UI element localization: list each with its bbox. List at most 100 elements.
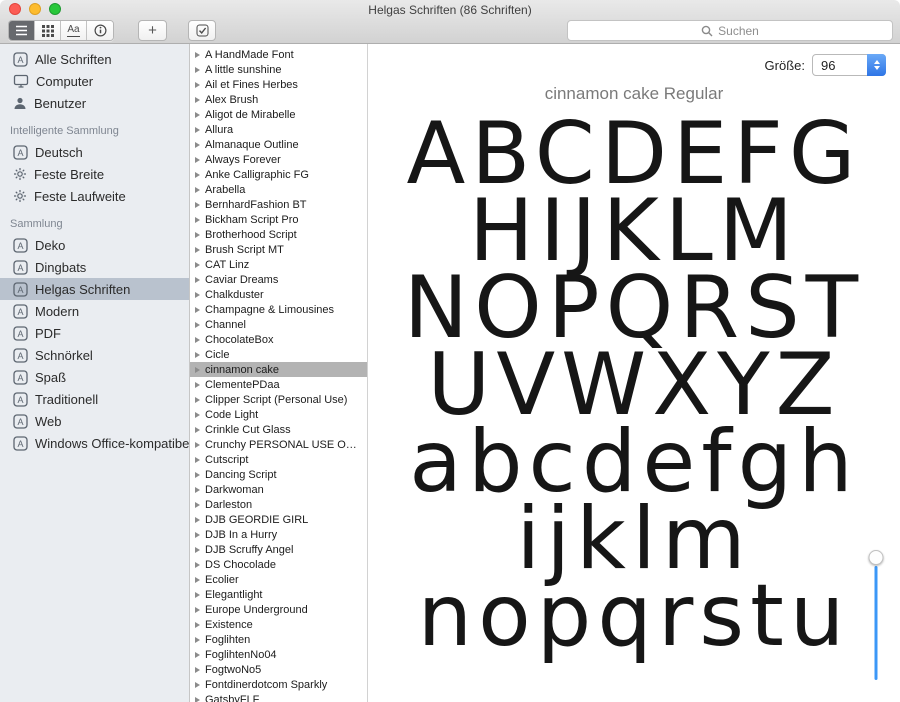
disclosure-triangle-icon[interactable] — [195, 82, 200, 88]
disclosure-triangle-icon[interactable] — [195, 97, 200, 103]
font-list-item-allura[interactable]: Allura — [190, 122, 367, 137]
font-list-item-almanaque-outline[interactable]: Almanaque Outline — [190, 137, 367, 152]
font-list-item-arabella[interactable]: Arabella — [190, 182, 367, 197]
disclosure-triangle-icon[interactable] — [195, 592, 200, 598]
font-list-item-dancing-script[interactable]: Dancing Script — [190, 467, 367, 482]
minimize-button[interactable] — [29, 3, 41, 15]
disclosure-triangle-icon[interactable] — [195, 217, 200, 223]
sidebar-item-spa[interactable]: ASpaß — [0, 366, 189, 388]
disclosure-triangle-icon[interactable] — [195, 697, 200, 702]
font-list-item-fogtwono5[interactable]: FogtwoNo5 — [190, 662, 367, 677]
font-list-item-ail-et-fines-herbes[interactable]: Ail et Fines Herbes — [190, 77, 367, 92]
font-list-item-cicle[interactable]: Cicle — [190, 347, 367, 362]
disclosure-triangle-icon[interactable] — [195, 157, 200, 163]
disclosure-triangle-icon[interactable] — [195, 277, 200, 283]
disclosure-triangle-icon[interactable] — [195, 517, 200, 523]
close-button[interactable] — [9, 3, 21, 15]
font-list-item-fontdinerdotcom-sparkly[interactable]: Fontdinerdotcom Sparkly — [190, 677, 367, 692]
font-list-item-chocolatebox[interactable]: ChocolateBox — [190, 332, 367, 347]
disclosure-triangle-icon[interactable] — [195, 262, 200, 268]
font-list-item-europe-underground[interactable]: Europe Underground — [190, 602, 367, 617]
sidebar-item-alle-schriften[interactable]: AAlle Schriften — [0, 48, 189, 70]
font-list-item-bickham-script-pro[interactable]: Bickham Script Pro — [190, 212, 367, 227]
font-list-item-chalkduster[interactable]: Chalkduster — [190, 287, 367, 302]
info-view-button[interactable] — [87, 21, 113, 40]
font-list-item-anke-calligraphic-fg[interactable]: Anke Calligraphic FG — [190, 167, 367, 182]
font-list-item-code-light[interactable]: Code Light — [190, 407, 367, 422]
sidebar-item-dingbats[interactable]: ADingbats — [0, 256, 189, 278]
font-list-item-alex-brush[interactable]: Alex Brush — [190, 92, 367, 107]
font-list-item-clementepdaa[interactable]: ClementePDaa — [190, 377, 367, 392]
disclosure-triangle-icon[interactable] — [195, 457, 200, 463]
disclosure-triangle-icon[interactable] — [195, 292, 200, 298]
add-collection-button[interactable]: + — [138, 20, 167, 41]
disclosure-triangle-icon[interactable] — [195, 307, 200, 313]
disclosure-triangle-icon[interactable] — [195, 427, 200, 433]
font-list-item-foglihtenno04[interactable]: FoglihtenNo04 — [190, 647, 367, 662]
font-list-item-caviar-dreams[interactable]: Caviar Dreams — [190, 272, 367, 287]
font-list-item-channel[interactable]: Channel — [190, 317, 367, 332]
font-list-item-ecolier[interactable]: Ecolier — [190, 572, 367, 587]
size-slider[interactable] — [869, 60, 883, 686]
sidebar-item-helgas-schriften[interactable]: AHelgas Schriften — [0, 278, 189, 300]
font-list-item-clipper-script-personal-use[interactable]: Clipper Script (Personal Use) — [190, 392, 367, 407]
font-list-item-aligot-de-mirabelle[interactable]: Aligot de Mirabelle — [190, 107, 367, 122]
sidebar-item-web[interactable]: AWeb — [0, 410, 189, 432]
font-list-item-djb-geordie-girl[interactable]: DJB GEORDIE GIRL — [190, 512, 367, 527]
font-list-item-bernhardfashion-bt[interactable]: BernhardFashion BT — [190, 197, 367, 212]
font-list-item-gatsbyflf[interactable]: GatsbyFLF — [190, 692, 367, 702]
disclosure-triangle-icon[interactable] — [195, 67, 200, 73]
font-list-item-brotherhood-script[interactable]: Brotherhood Script — [190, 227, 367, 242]
sidebar-item-pdf[interactable]: APDF — [0, 322, 189, 344]
font-list-item-brush-script-mt[interactable]: Brush Script MT — [190, 242, 367, 257]
disclosure-triangle-icon[interactable] — [195, 322, 200, 328]
disclosure-triangle-icon[interactable] — [195, 397, 200, 403]
disclosure-triangle-icon[interactable] — [195, 487, 200, 493]
sample-text-view-button[interactable]: Aa — [61, 21, 87, 40]
disclosure-triangle-icon[interactable] — [195, 247, 200, 253]
validate-fonts-button[interactable] — [188, 20, 216, 41]
disclosure-triangle-icon[interactable] — [195, 607, 200, 613]
disclosure-triangle-icon[interactable] — [195, 442, 200, 448]
font-list-item-champagne-limousines[interactable]: Champagne & Limousines — [190, 302, 367, 317]
disclosure-triangle-icon[interactable] — [195, 652, 200, 658]
font-list-item-crunchy-personal-use-o[interactable]: Crunchy PERSONAL USE O… — [190, 437, 367, 452]
disclosure-triangle-icon[interactable] — [195, 547, 200, 553]
zoom-button[interactable] — [49, 3, 61, 15]
disclosure-triangle-icon[interactable] — [195, 112, 200, 118]
list-view-button[interactable] — [9, 21, 35, 40]
disclosure-triangle-icon[interactable] — [195, 382, 200, 388]
disclosure-triangle-icon[interactable] — [195, 337, 200, 343]
sidebar-item-deutsch[interactable]: ADeutsch — [0, 141, 189, 163]
disclosure-triangle-icon[interactable] — [195, 532, 200, 538]
font-list-item-djb-in-a-hurry[interactable]: DJB In a Hurry — [190, 527, 367, 542]
disclosure-triangle-icon[interactable] — [195, 682, 200, 688]
font-list-item-ds-chocolade[interactable]: DS Chocolade — [190, 557, 367, 572]
font-list-item-darkwoman[interactable]: Darkwoman — [190, 482, 367, 497]
disclosure-triangle-icon[interactable] — [195, 187, 200, 193]
disclosure-triangle-icon[interactable] — [195, 367, 200, 373]
disclosure-triangle-icon[interactable] — [195, 202, 200, 208]
disclosure-triangle-icon[interactable] — [195, 562, 200, 568]
disclosure-triangle-icon[interactable] — [195, 412, 200, 418]
sidebar-item-traditionell[interactable]: ATraditionell — [0, 388, 189, 410]
disclosure-triangle-icon[interactable] — [195, 142, 200, 148]
font-list-item-foglihten[interactable]: Foglihten — [190, 632, 367, 647]
sidebar-item-modern[interactable]: AModern — [0, 300, 189, 322]
disclosure-triangle-icon[interactable] — [195, 172, 200, 178]
disclosure-triangle-icon[interactable] — [195, 232, 200, 238]
font-list-item-cat-linz[interactable]: CAT Linz — [190, 257, 367, 272]
sidebar-item-computer[interactable]: Computer — [0, 70, 189, 92]
disclosure-triangle-icon[interactable] — [195, 52, 200, 58]
font-list-item-always-forever[interactable]: Always Forever — [190, 152, 367, 167]
disclosure-triangle-icon[interactable] — [195, 502, 200, 508]
disclosure-triangle-icon[interactable] — [195, 472, 200, 478]
sidebar-item-benutzer[interactable]: Benutzer — [0, 92, 189, 114]
disclosure-triangle-icon[interactable] — [195, 637, 200, 643]
font-list-item-darleston[interactable]: Darleston — [190, 497, 367, 512]
search-field[interactable]: Suchen — [567, 20, 893, 41]
sidebar-item-schn-rkel[interactable]: ASchnörkel — [0, 344, 189, 366]
sidebar-item-deko[interactable]: ADeko — [0, 234, 189, 256]
disclosure-triangle-icon[interactable] — [195, 577, 200, 583]
font-list-item-djb-scruffy-angel[interactable]: DJB Scruffy Angel — [190, 542, 367, 557]
